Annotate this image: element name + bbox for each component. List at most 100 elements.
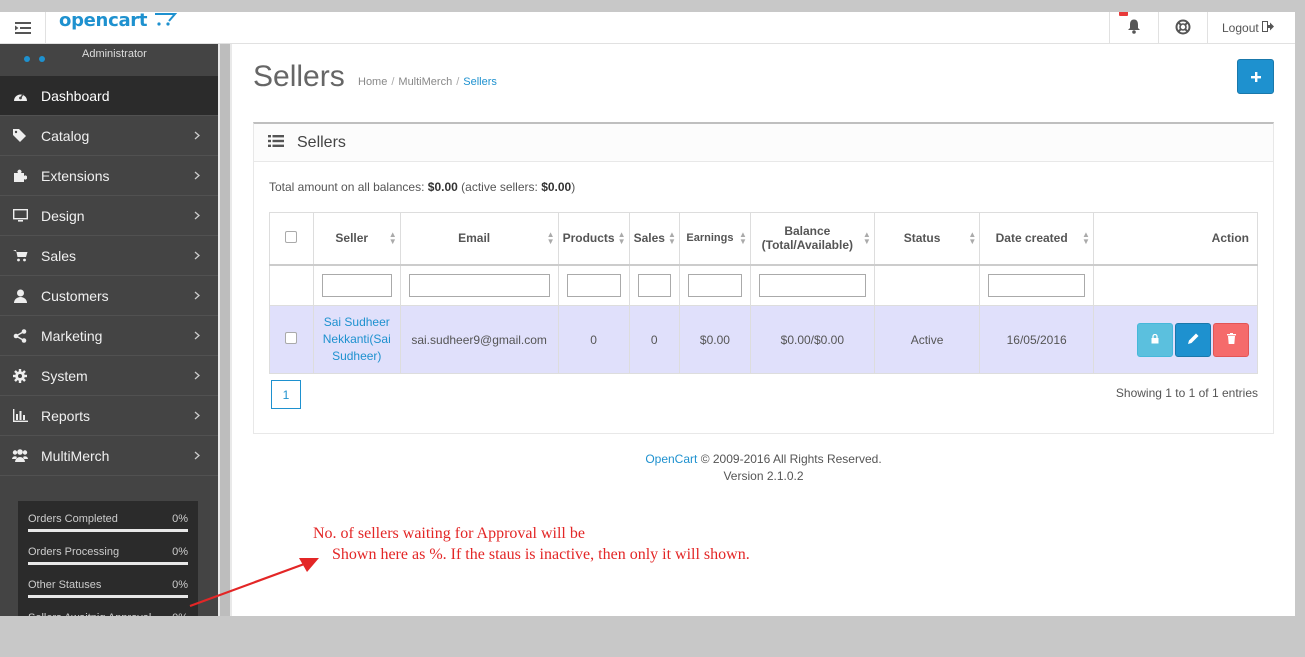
sidebar-item-customers[interactable]: Customers (0, 276, 218, 316)
sellers-panel: Sellers Total amount on all balances: $0… (253, 122, 1274, 434)
sort-icon: ▲ ▼ (668, 230, 676, 246)
chevron-right-icon (194, 248, 200, 263)
stat-progress-bar (28, 595, 188, 598)
seller-products: 0 (557, 305, 630, 374)
table-row: Sai Sudheer Nekkanti(Sai Sudheer) sai.sudh… (269, 305, 1259, 374)
sort-icon: ▲ ▼ (388, 230, 397, 246)
sidebar-nav: Dashboard Catalog Extensions Design Sales Cus… (0, 76, 218, 476)
copyright-text: © 2009-2016 All Rights Reserved. (700, 452, 882, 466)
totals-label: Total amount on all balances: (269, 180, 425, 194)
sidebar-item-label: Design (41, 207, 85, 224)
active-sellers-label: (active sellers: (461, 180, 538, 194)
seller-email: sai.sudheer9@gmail.com (399, 305, 559, 374)
col-header-date-created[interactable]: Date created ▲ ▼ (979, 212, 1094, 266)
notifications-button[interactable] (1109, 12, 1158, 44)
seller-name-link[interactable]: Sai Sudheer Nekkanti(Sai Sudheer) (312, 305, 401, 374)
bell-icon (1127, 19, 1141, 37)
logout-label: Logout (1222, 21, 1259, 35)
col-header-sales[interactable]: Sales ▲ ▼ (628, 212, 680, 266)
puzzle-icon (12, 169, 28, 183)
trash-icon (1226, 332, 1236, 344)
filter-date-input[interactable] (988, 273, 1085, 297)
filter-email-input[interactable] (408, 273, 550, 297)
list-icon (268, 134, 284, 152)
chevron-right-icon (194, 128, 200, 143)
sidebar-item-extensions[interactable]: Extensions (0, 156, 218, 196)
seller-earnings: $0.00 (678, 305, 751, 374)
chevron-right-icon (194, 368, 200, 383)
sidebar-item-multimerch[interactable]: MultiMerch (0, 436, 218, 476)
sidebar: Administrator Dashboard Catalog Extensions… (0, 44, 218, 628)
sidebar-item-system[interactable]: System (0, 356, 218, 396)
add-seller-button[interactable] (1237, 59, 1274, 94)
page-title: Sellers (253, 60, 345, 93)
breadcrumb-sellers[interactable]: Sellers (463, 76, 497, 88)
users-icon (12, 449, 28, 463)
lock-seller-button[interactable] (1137, 322, 1173, 357)
user-role: Administrator (82, 48, 147, 60)
pencil-icon (1187, 333, 1198, 344)
sidebar-item-label: Catalog (41, 127, 90, 144)
sidebar-scrollbar-thumb[interactable] (220, 44, 230, 616)
page-footer: OpenCart © 2009-2016 All Rights Reserved… (253, 451, 1274, 485)
top-right-actions: Logout (1109, 12, 1295, 44)
col-header-earnings[interactable]: Earnings ▲ ▼ (678, 212, 751, 266)
stat-label: Orders Completed (28, 513, 118, 525)
breadcrumb: Home / MultiMerch / Sellers (358, 76, 497, 88)
row-actions (1092, 305, 1259, 374)
row-checkbox[interactable] (285, 332, 298, 344)
sidebar-item-sales[interactable]: Sales (0, 236, 218, 276)
sidebar-item-catalog[interactable]: Catalog (0, 116, 218, 156)
col-header-status[interactable]: Status ▲ ▼ (873, 212, 981, 266)
sidebar-item-label: Dashboard (41, 87, 110, 104)
select-all-checkbox[interactable] (285, 230, 298, 243)
stat-label: Orders Processing (28, 546, 120, 558)
pagination-info: Showing 1 to 1 of 1 entries (1115, 386, 1258, 400)
sidebar-item-label: System (41, 367, 88, 384)
breadcrumb-home[interactable]: Home (358, 76, 387, 88)
help-button[interactable] (1158, 12, 1207, 44)
sidebar-item-label: Marketing (41, 327, 103, 344)
annotation-line-1: No. of sellers waiting for Approval will… (313, 525, 585, 542)
filter-products-input[interactable] (566, 273, 621, 297)
col-header-email[interactable]: Email ▲ ▼ (399, 212, 559, 266)
filter-seller-input[interactable] (321, 273, 392, 297)
stat-value: 0% (172, 513, 188, 525)
stat-item: Orders Completed 0% (28, 511, 188, 544)
cog-icon (12, 368, 28, 383)
stat-label: Other Statuses (28, 579, 102, 591)
filter-sales-input[interactable] (637, 273, 671, 297)
annotation-arrow (189, 558, 319, 608)
opencart-link[interactable]: OpenCart (645, 452, 697, 466)
select-all-header (269, 212, 314, 266)
delete-seller-button[interactable] (1213, 322, 1249, 357)
menu-toggle-icon (14, 19, 31, 38)
active-sellers-amount: $0.00 (541, 180, 572, 194)
pagination-page-1[interactable]: 1 (271, 380, 301, 409)
edit-seller-button[interactable] (1175, 322, 1211, 357)
logout-button[interactable]: Logout (1207, 12, 1295, 44)
version-text: Version 2.1.0.2 (723, 469, 804, 483)
plus-icon (1250, 66, 1261, 87)
seller-status: Active (873, 305, 981, 374)
stat-item: Other Statuses 0% (28, 577, 188, 610)
filter-earnings-input[interactable] (687, 273, 742, 297)
col-header-balance[interactable]: Balance (Total/Available) ▲ ▼ (749, 212, 875, 266)
opencart-logo[interactable]: opencart (59, 12, 179, 31)
sort-icon: ▲ ▼ (968, 230, 977, 246)
sidebar-item-marketing[interactable]: Marketing (0, 316, 218, 356)
col-header-products[interactable]: Products ▲ ▼ (557, 212, 630, 266)
cart-icon (12, 249, 28, 263)
col-header-seller[interactable]: Seller ▲ ▼ (312, 212, 401, 266)
sort-icon: ▲ ▼ (862, 230, 871, 246)
user-profile[interactable]: Administrator (0, 44, 218, 76)
totals-amount: $0.00 (427, 180, 458, 194)
sidebar-item-design[interactable]: Design (0, 196, 218, 236)
filter-balance-input[interactable] (758, 273, 866, 297)
menu-toggle-button[interactable] (0, 12, 46, 44)
seller-date-created: 16/05/2016 (979, 305, 1094, 374)
sidebar-item-dashboard[interactable]: Dashboard (0, 76, 218, 116)
user-icon (12, 289, 28, 303)
breadcrumb-multimerch[interactable]: MultiMerch (398, 76, 452, 88)
sidebar-item-reports[interactable]: Reports (0, 396, 218, 436)
